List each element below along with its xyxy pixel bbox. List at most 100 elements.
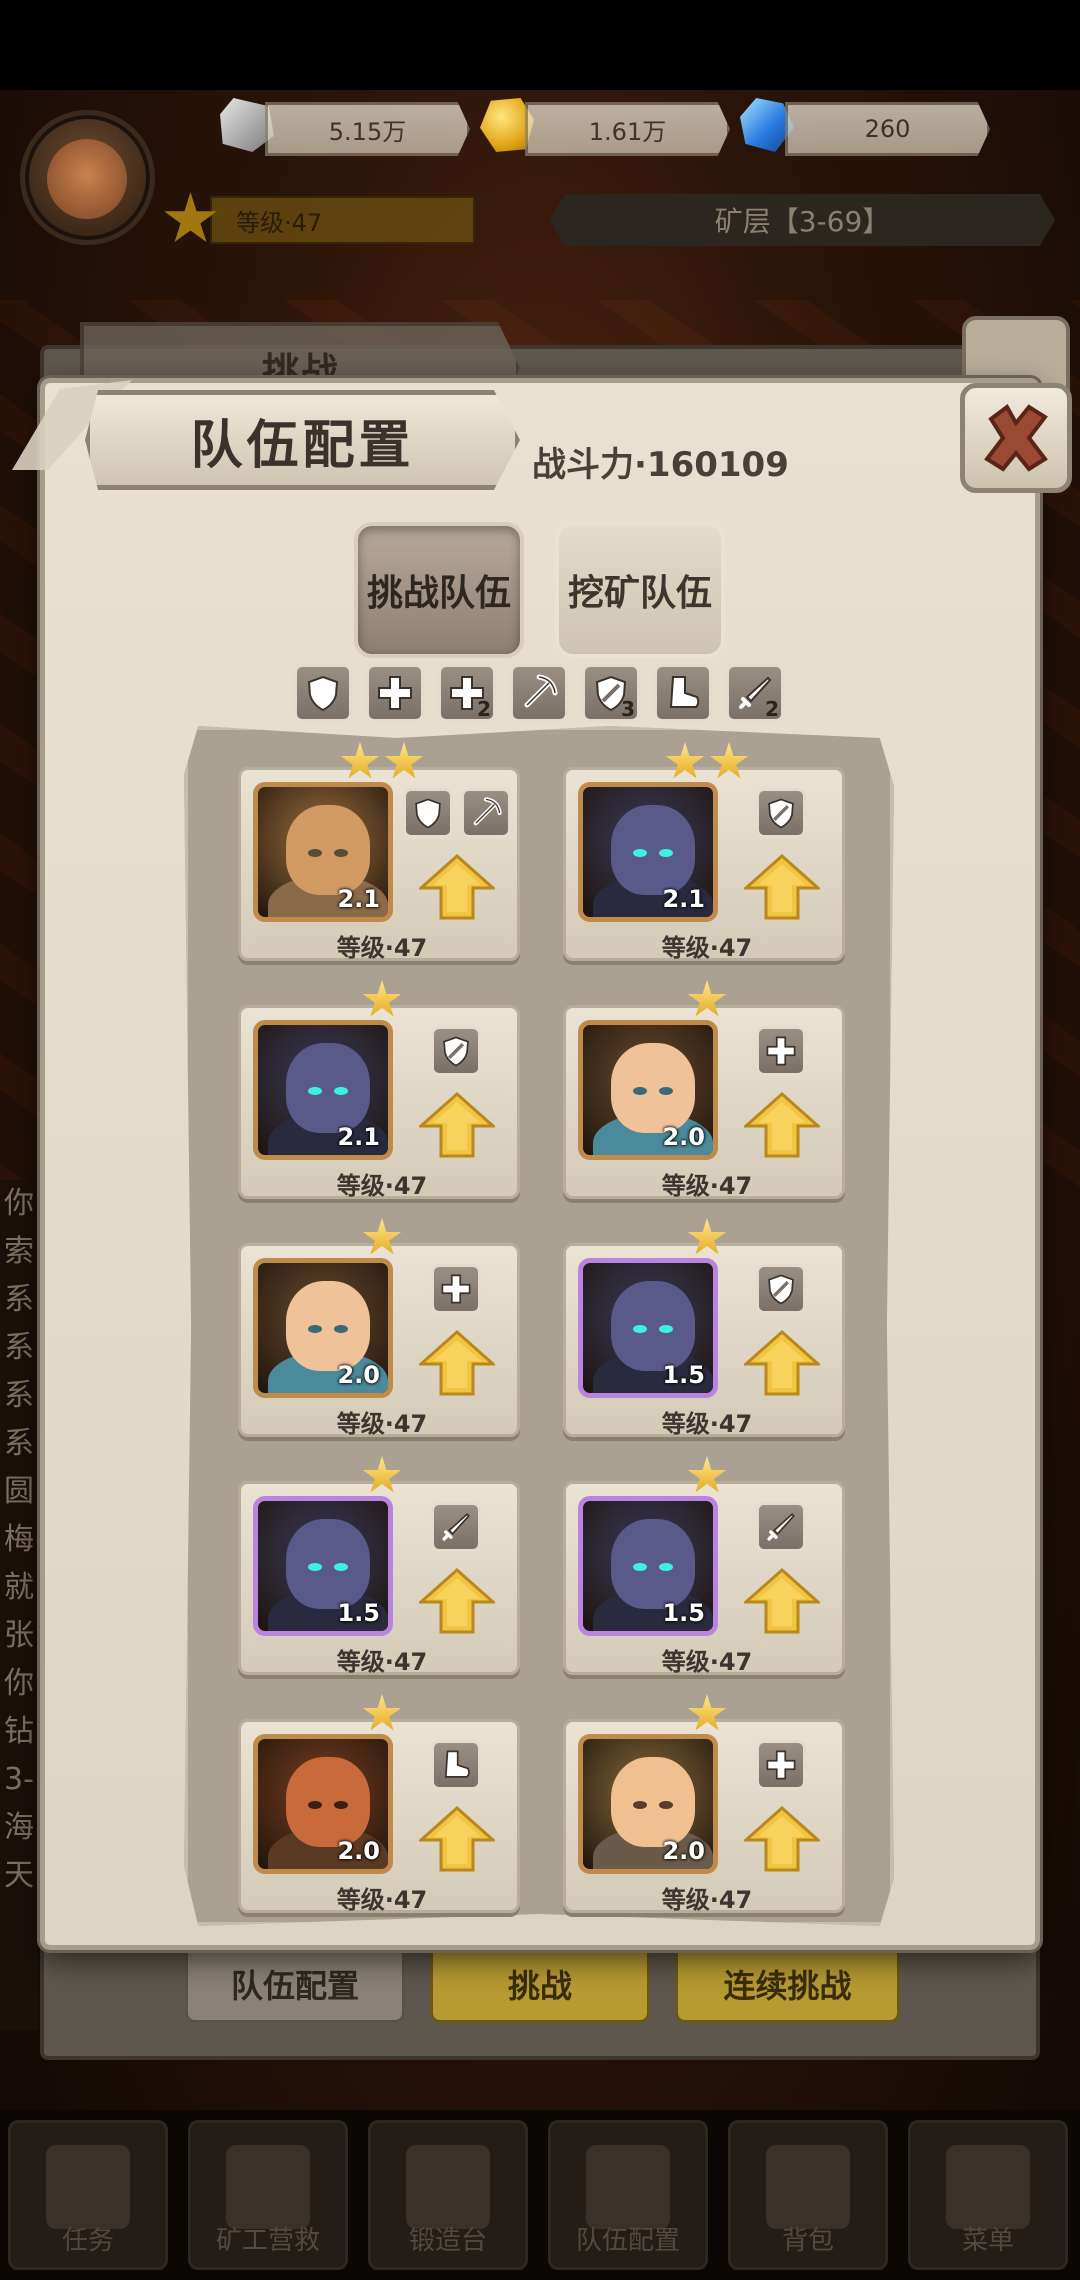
team-skill-pickaxe[interactable] <box>510 664 568 722</box>
hero-portrait[interactable]: 1.5 <box>578 1258 718 1398</box>
hero-skill[interactable] <box>403 788 453 838</box>
side-text-char: 圆 <box>4 1474 34 1509</box>
hero-level: 等级·47 <box>336 934 428 962</box>
upgrade-button[interactable] <box>417 853 497 920</box>
hero-portrait[interactable]: 2.1 <box>253 782 393 922</box>
hero-portrait[interactable]: 2.1 <box>578 782 718 922</box>
team-skill-sword[interactable]: 2 <box>726 664 784 722</box>
team-skill-heal-cross[interactable]: 2 <box>438 664 496 722</box>
upgrade-button[interactable] <box>417 1567 497 1634</box>
shield-strike-icon <box>439 1034 473 1068</box>
hero-eye <box>633 849 647 857</box>
hero-skill[interactable] <box>431 1026 481 1076</box>
hero-eye <box>334 1087 348 1095</box>
hero-portrait[interactable]: 2.1 <box>253 1020 393 1160</box>
nav-forge[interactable]: 锻造台 <box>368 2120 528 2270</box>
hero-card[interactable]: 1.5 等级·47 <box>563 1218 845 1438</box>
close-button[interactable] <box>960 383 1072 493</box>
hero-stars <box>566 1694 848 1734</box>
hero-card[interactable]: 2.0 等级·47 <box>563 1694 845 1914</box>
hero-portrait[interactable]: 1.5 <box>578 1496 718 1636</box>
hero-skill[interactable] <box>756 1502 806 1552</box>
book-icon <box>46 2145 130 2229</box>
hero-card[interactable]: 2.1 等级·47 <box>563 742 845 962</box>
tab-challenge-team[interactable]: 挑战队伍 <box>354 522 524 658</box>
hero-level: 等级·47 <box>661 1410 753 1438</box>
hero-eye <box>308 1325 322 1333</box>
hero-skill[interactable] <box>756 788 806 838</box>
upgrade-button[interactable] <box>742 1329 822 1396</box>
hero-portrait[interactable]: 2.0 <box>578 1734 718 1874</box>
side-text-char: 系 <box>4 1426 34 1461</box>
upgrade-button[interactable] <box>742 853 822 920</box>
avatar-face <box>47 139 127 219</box>
hero-stars <box>566 1456 848 1496</box>
shield-strike-icon <box>764 796 798 830</box>
hero-portrait[interactable]: 1.5 <box>253 1496 393 1636</box>
gold-counter: 1.61万 <box>525 102 730 156</box>
upgrade-button[interactable] <box>417 1329 497 1396</box>
nav-menu[interactable]: 菜单 <box>908 2120 1068 2270</box>
nav-tasks[interactable]: 任务 <box>8 2120 168 2270</box>
team-skill-heal-cross[interactable] <box>366 664 424 722</box>
star-icon <box>340 742 380 779</box>
hero-eye <box>659 1563 673 1571</box>
hero-card[interactable]: 1.5 等级·47 <box>238 1456 520 1676</box>
hero-card[interactable]: 2.0 等级·47 <box>563 980 845 1200</box>
hero-portrait[interactable]: 2.0 <box>253 1734 393 1874</box>
hero-level: 等级·47 <box>661 934 753 962</box>
hero-skill[interactable] <box>461 788 511 838</box>
nav-team-config[interactable]: 队伍配置 <box>548 2120 708 2270</box>
star-icon <box>362 1218 402 1255</box>
hero-skill[interactable] <box>756 1264 806 1314</box>
tab-mining-team[interactable]: 挖矿队伍 <box>555 522 725 658</box>
hero-card[interactable]: 2.0 等级·47 <box>238 1218 520 1438</box>
upgrade-button[interactable] <box>417 1091 497 1158</box>
hero-head <box>611 805 695 895</box>
side-text-char: 你 <box>4 1186 34 1221</box>
hero-eye <box>633 1563 647 1571</box>
nav-label: 矿工营救 <box>215 2226 320 2256</box>
hero-skill[interactable] <box>431 1740 481 1790</box>
hero-skill[interactable] <box>756 1026 806 1076</box>
hero-eye <box>659 1801 673 1809</box>
hero-card[interactable]: 2.1 等级·47 <box>238 980 520 1200</box>
hero-card[interactable]: 2.0 等级·47 <box>238 1694 520 1914</box>
team-skill-boot[interactable] <box>654 664 712 722</box>
upgrade-button[interactable] <box>742 1091 822 1158</box>
side-text-char: 系 <box>4 1282 34 1317</box>
star-icon <box>362 980 402 1017</box>
side-text-char: 张 <box>4 1618 34 1653</box>
hero-level: 等级·47 <box>661 1172 753 1200</box>
hero-card[interactable]: 2.1 等级·47 <box>238 742 520 962</box>
up-arrow-icon <box>417 1567 497 1634</box>
hero-skill[interactable] <box>756 1740 806 1790</box>
side-text-char: 系 <box>4 1330 34 1365</box>
hero-eye <box>633 1325 647 1333</box>
hero-portrait[interactable]: 2.0 <box>253 1258 393 1398</box>
combat-power: 战斗力·160109 <box>532 444 789 485</box>
hero-eye <box>308 1801 322 1809</box>
hero-eye <box>334 1325 348 1333</box>
upgrade-button[interactable] <box>742 1805 822 1872</box>
hero-card[interactable]: 1.5 等级·47 <box>563 1456 845 1676</box>
shield-icon <box>411 796 445 830</box>
game-screen: { "resources": { "stone": "5.15万", "gold… <box>0 0 1080 2280</box>
hero-level: 等级·47 <box>336 1172 428 1200</box>
heal-cross-icon <box>764 1748 798 1782</box>
backpack-icon <box>766 2145 850 2229</box>
pickaxe-icon <box>469 796 503 830</box>
nav-miner-rescue[interactable]: 矿工营救 <box>188 2120 348 2270</box>
hero-stars <box>241 1456 523 1496</box>
boot-icon <box>439 1748 473 1782</box>
hero-skill[interactable] <box>431 1502 481 1552</box>
team-skill-shield-strike[interactable]: 3 <box>582 664 640 722</box>
hero-skill[interactable] <box>431 1264 481 1314</box>
upgrade-button[interactable] <box>742 1567 822 1634</box>
hero-portrait[interactable]: 2.0 <box>578 1020 718 1160</box>
player-avatar[interactable] <box>20 110 155 245</box>
nav-backpack[interactable]: 背包 <box>728 2120 888 2270</box>
up-arrow-icon <box>742 1091 822 1158</box>
upgrade-button[interactable] <box>417 1805 497 1872</box>
team-skill-shield[interactable] <box>294 664 352 722</box>
